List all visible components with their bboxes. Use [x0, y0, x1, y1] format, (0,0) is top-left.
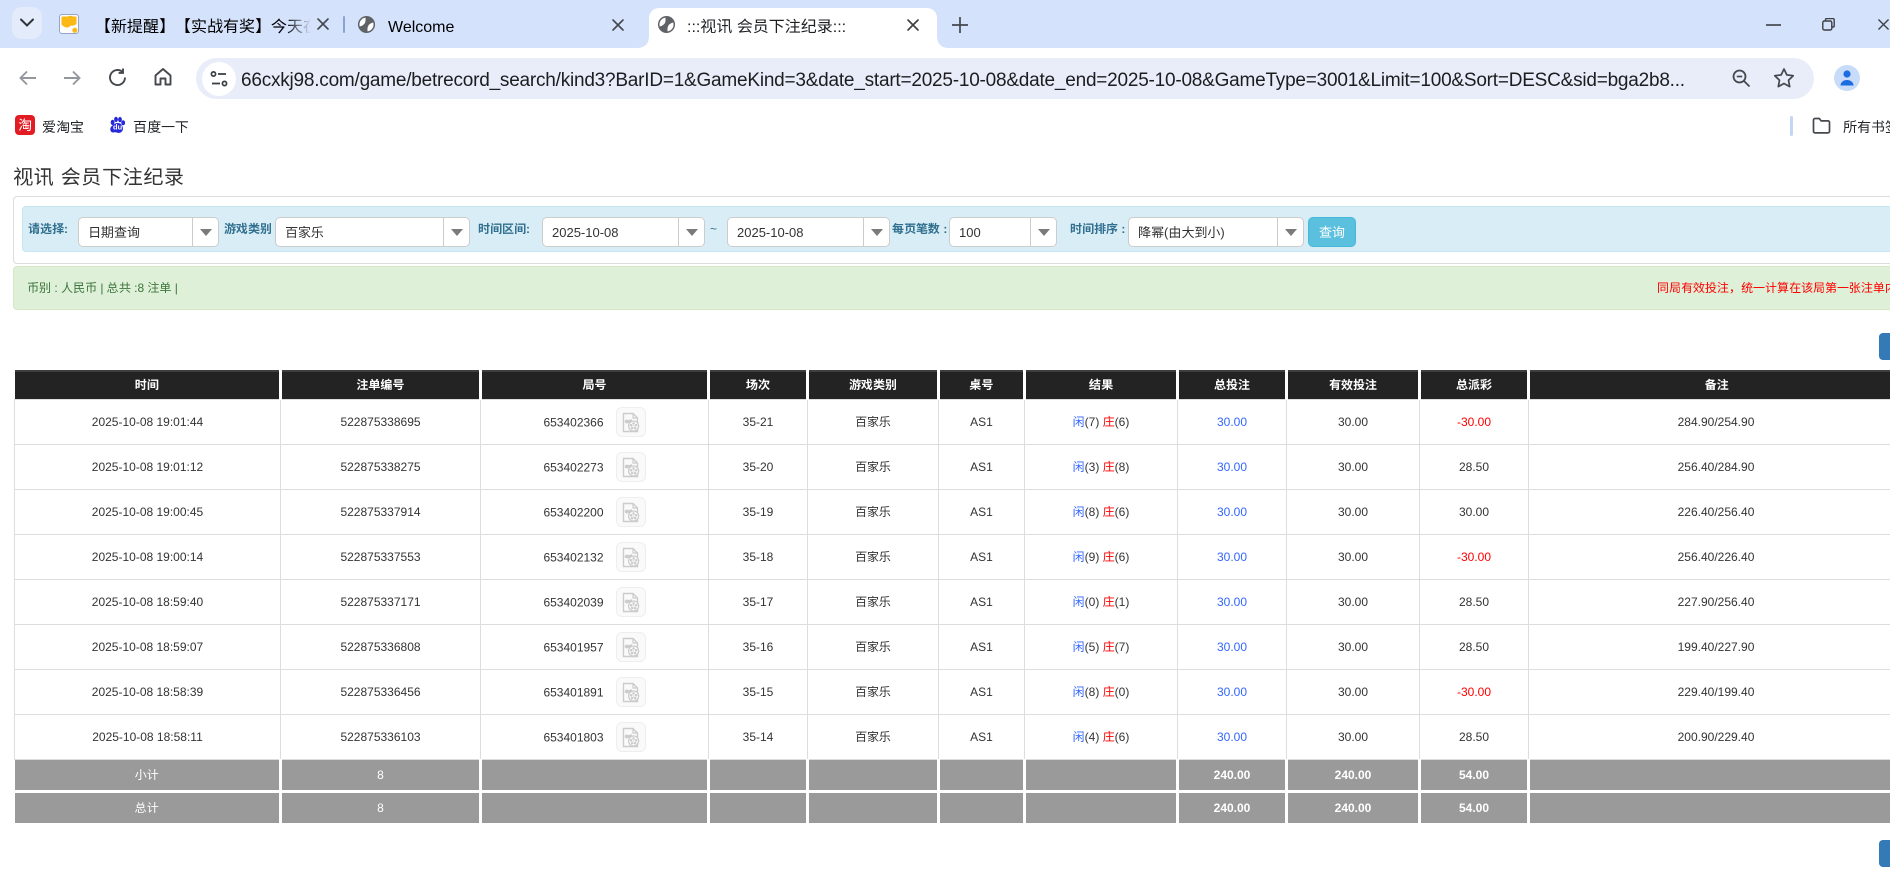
svg-text:du: du	[113, 123, 123, 132]
